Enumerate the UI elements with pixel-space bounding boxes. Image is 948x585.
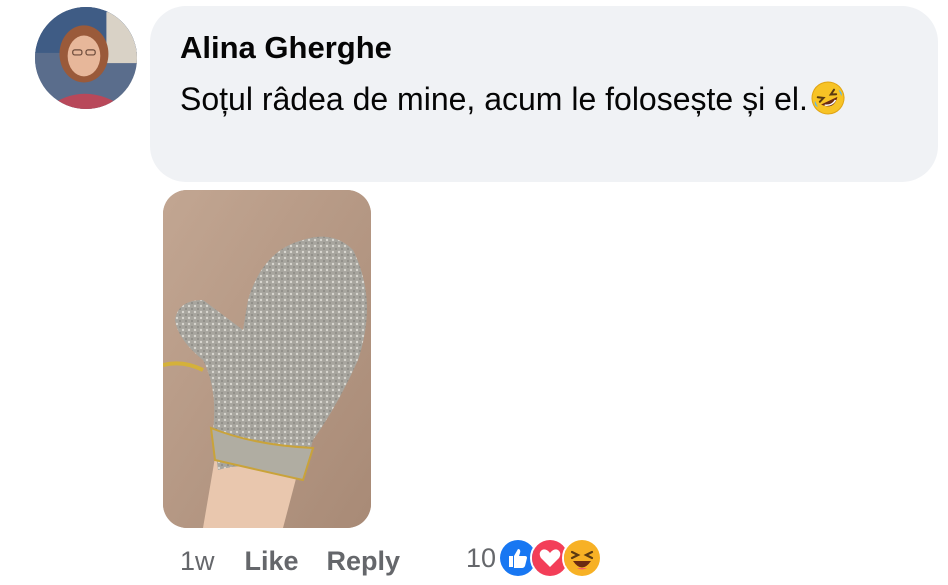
comment-text-container: Soțul râdea de mine, acum le folosește ș… [180,78,870,120]
reaction-icons [498,538,603,578]
avatar[interactable] [35,7,137,109]
comment-timestamp[interactable]: 1w [180,546,215,577]
author-name[interactable]: Alina Gherghe [180,28,908,68]
rolling-laughing-emoji-icon [810,80,846,116]
reply-button[interactable]: Reply [327,546,401,577]
reactions-summary[interactable]: 10 [466,538,603,578]
reaction-count: 10 [466,542,497,573]
attached-photo[interactable] [163,190,371,528]
haha-reaction-icon [562,538,603,578]
comment-bubble: Alina Gherghe Soțul râdea de mine, acum … [150,6,938,182]
comment-text: Soțul râdea de mine, acum le folosește ș… [180,81,808,117]
profile-photo [35,7,137,109]
comment-actions: 1w Like Reply [180,546,428,577]
mitten-photo [163,190,371,528]
like-button[interactable]: Like [245,546,299,577]
